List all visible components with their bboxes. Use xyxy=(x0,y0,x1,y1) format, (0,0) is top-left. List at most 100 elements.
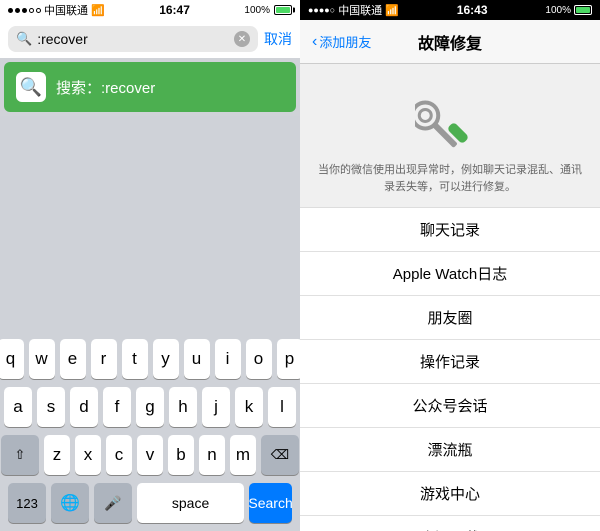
key-s[interactable]: s xyxy=(37,387,65,427)
key-e[interactable]: e xyxy=(60,339,86,379)
menu-item-drift[interactable]: 漂流瓶 xyxy=(300,428,600,472)
signal-dots xyxy=(8,8,41,13)
dot2 xyxy=(15,8,20,13)
key-v[interactable]: v xyxy=(137,435,163,475)
key-row-3: ⇧ z x c v b n m ⌫ xyxy=(4,435,296,475)
menu-item-operations[interactable]: 操作记录 xyxy=(300,340,600,384)
menu-item-label: 聊天记录 xyxy=(420,219,480,240)
search-key[interactable]: Search xyxy=(249,483,292,523)
space-key[interactable]: space xyxy=(137,483,244,523)
key-j[interactable]: j xyxy=(202,387,230,427)
dots-right: ●●●●○ xyxy=(308,5,335,15)
key-d[interactable]: d xyxy=(70,387,98,427)
menu-item-label: Apple Watch日志 xyxy=(393,263,508,284)
search-result-item[interactable]: 🔍 搜索：:recover xyxy=(4,62,296,112)
nav-title: 故障修复 xyxy=(418,30,482,54)
battery-pct-right: 100% xyxy=(545,5,571,16)
time-left: 16:47 xyxy=(159,3,190,17)
clear-button[interactable]: ✕ xyxy=(234,31,250,47)
hero-description: 当你的微信使用出现异常时，例如聊天记录混乱、通讯录丢失等，可以进行修复。 xyxy=(316,162,584,195)
search-bar: 🔍 :recover ✕ 取消 xyxy=(0,20,300,58)
battery-info-right: 100% xyxy=(545,5,592,16)
menu-list: 聊天记录 Apple Watch日志 朋友圈 操作记录 公众号会话 漂流瓶 游戏… xyxy=(300,208,600,531)
nav-back-label: 添加朋友 xyxy=(319,32,371,51)
key-m[interactable]: m xyxy=(230,435,256,475)
menu-item-applewatch[interactable]: Apple Watch日志 xyxy=(300,252,600,296)
globe-key[interactable]: 🌐 xyxy=(51,483,89,523)
menu-item-label: 公众号会话 xyxy=(412,395,487,416)
search-input-value[interactable]: :recover xyxy=(37,31,229,47)
menu-item-moments[interactable]: 朋友圈 xyxy=(300,296,600,340)
right-panel: ●●●●○ 中国联通 📶 16:43 100% ‹ 添加朋友 故障修复 xyxy=(300,0,600,531)
key-c[interactable]: c xyxy=(106,435,132,475)
key-w[interactable]: w xyxy=(29,339,55,379)
cancel-button[interactable]: 取消 xyxy=(264,29,292,49)
search-input-wrapper[interactable]: 🔍 :recover ✕ xyxy=(8,26,258,52)
keyboard: q w e r t y u i o p a s d f g h j k xyxy=(0,331,300,531)
carrier-name-right: 中国联通 xyxy=(338,2,382,18)
wifi-icon: 📶 xyxy=(91,4,105,17)
key-n[interactable]: n xyxy=(199,435,225,475)
menu-item-label: 游戏中心 xyxy=(420,483,480,504)
key-row-1: q w e r t y u i o p xyxy=(4,339,296,379)
keyboard-area: q w e r t y u i o p a s d f g h j k xyxy=(0,116,300,531)
menu-item-label: 漂流瓶 xyxy=(427,439,472,460)
key-row-2: a s d f g h j k l xyxy=(4,387,296,427)
key-h[interactable]: h xyxy=(169,387,197,427)
key-y[interactable]: y xyxy=(153,339,179,379)
battery-fill-right xyxy=(576,7,590,13)
carrier-info-right: ●●●●○ 中国联通 📶 xyxy=(308,2,399,18)
status-bar-left: 中国联通 📶 16:47 100% xyxy=(0,0,300,20)
battery-icon-left xyxy=(274,5,292,15)
dot5 xyxy=(36,8,41,13)
key-r[interactable]: r xyxy=(91,339,117,379)
search-icon: 🔍 xyxy=(16,31,32,47)
key-t[interactable]: t xyxy=(122,339,148,379)
key-p[interactable]: p xyxy=(277,339,303,379)
key-x[interactable]: x xyxy=(75,435,101,475)
search-query: :recover xyxy=(101,80,155,97)
menu-item-label: 朋友圈 xyxy=(427,307,472,328)
key-z[interactable]: z xyxy=(44,435,70,475)
key-g[interactable]: g xyxy=(136,387,164,427)
time-right: 16:43 xyxy=(457,3,488,17)
dot4 xyxy=(29,8,34,13)
num-key[interactable]: 123 xyxy=(8,483,46,523)
menu-item-label: 资源下载 xyxy=(420,527,480,531)
shift-key[interactable]: ⇧ xyxy=(1,435,39,475)
key-k[interactable]: k xyxy=(235,387,263,427)
left-panel: 中国联通 📶 16:47 100% 🔍 :recover ✕ 取消 🔍 搜索：:… xyxy=(0,0,300,531)
mic-key[interactable]: 🎤 xyxy=(94,483,132,523)
wrench-icon xyxy=(415,84,485,154)
carrier-info: 中国联通 📶 xyxy=(8,2,105,18)
dot3 xyxy=(22,8,27,13)
menu-item-games[interactable]: 游戏中心 xyxy=(300,472,600,516)
key-f[interactable]: f xyxy=(103,387,131,427)
dot1 xyxy=(8,8,13,13)
battery-fill-left xyxy=(276,7,290,13)
key-row-bottom: 123 🌐 🎤 space Search xyxy=(4,483,296,523)
hero-section: 当你的微信使用出现异常时，例如聊天记录混乱、通讯录丢失等，可以进行修复。 xyxy=(300,64,600,208)
key-l[interactable]: l xyxy=(268,387,296,427)
key-o[interactable]: o xyxy=(246,339,272,379)
search-result-icon: 🔍 xyxy=(16,72,46,102)
key-a[interactable]: a xyxy=(4,387,32,427)
delete-key[interactable]: ⌫ xyxy=(261,435,299,475)
menu-item-chat[interactable]: 聊天记录 xyxy=(300,208,600,252)
search-label: 搜索： xyxy=(56,80,101,97)
status-bar-right: ●●●●○ 中国联通 📶 16:43 100% xyxy=(300,0,600,20)
key-b[interactable]: b xyxy=(168,435,194,475)
battery-icon-right xyxy=(574,5,592,15)
key-q[interactable]: q xyxy=(0,339,24,379)
key-i[interactable]: i xyxy=(215,339,241,379)
battery-pct-left: 100% xyxy=(244,5,270,16)
nav-bar: ‹ 添加朋友 故障修复 xyxy=(300,20,600,64)
menu-item-subscription[interactable]: 公众号会话 xyxy=(300,384,600,428)
back-chevron-icon: ‹ xyxy=(312,33,317,51)
key-u[interactable]: u xyxy=(184,339,210,379)
carrier-name: 中国联通 xyxy=(44,2,88,18)
wrench-icon-container xyxy=(415,84,485,154)
nav-back-button[interactable]: ‹ 添加朋友 xyxy=(312,32,371,51)
menu-item-resources[interactable]: 资源下载 xyxy=(300,516,600,531)
battery-info-left: 100% xyxy=(244,5,292,16)
